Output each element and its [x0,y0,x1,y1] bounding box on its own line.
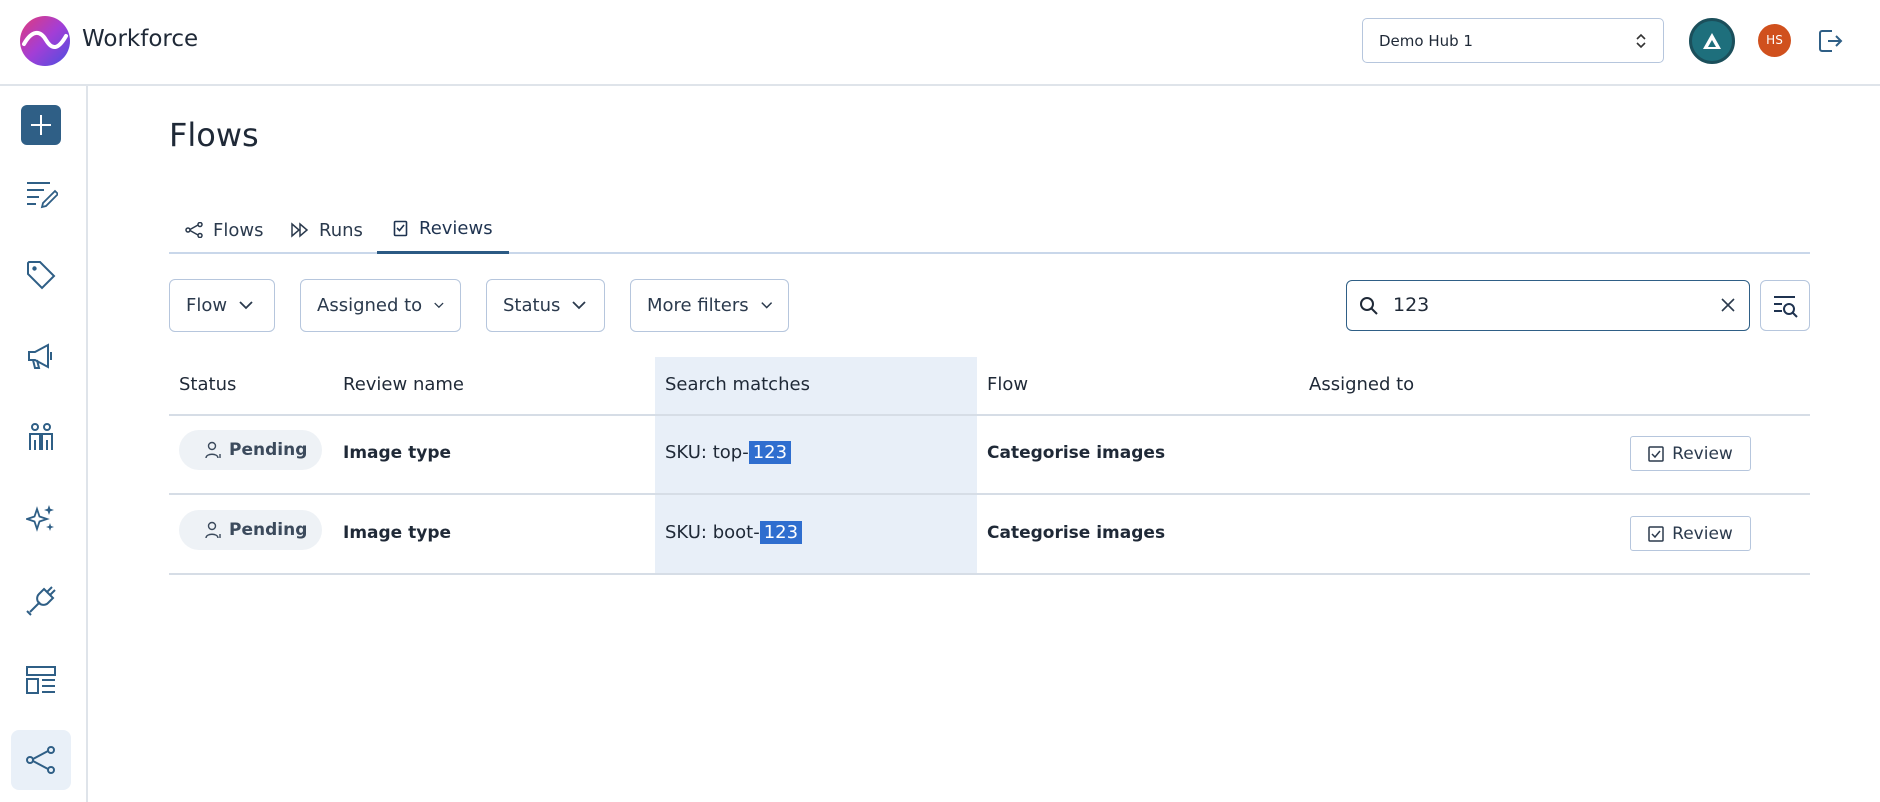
status-badge-label: Pending [229,440,308,460]
advanced-search-button[interactable] [1760,280,1810,331]
review-button-label: Review [1672,523,1733,544]
filter-more[interactable]: More filters [630,279,789,332]
chevron-down-icon [572,301,586,310]
review-name: Image type [343,443,452,463]
filter-flow-label: Flow [186,295,228,316]
search-icon [1360,297,1378,315]
status-badge: Pending [179,510,322,550]
sidebar-item-campaigns[interactable] [11,326,71,386]
tab-runs-label: Runs [319,219,363,241]
sidebar-item-people[interactable] [11,407,71,467]
tab-reviews-label: Reviews [419,218,493,239]
tab-bar: Flows Runs Reviews [169,206,1810,254]
sidebar-item-tags[interactable] [11,245,71,305]
status-badge-label: Pending [229,520,308,540]
plug-icon [26,586,56,616]
sparkles-icon [26,505,54,532]
edit-list-icon [27,182,58,209]
app-name: Workforce [82,26,199,52]
sidebar-item-integrations[interactable] [11,569,71,629]
review-button[interactable]: Review [1630,516,1751,551]
search-match-prefix: SKU: top- [665,442,749,463]
sidebar [0,86,88,802]
flow-icon [26,746,55,774]
logout-icon[interactable] [1816,27,1844,55]
hub-select[interactable]: Demo Hub 1 [1362,18,1664,63]
tag-icon [27,261,56,290]
top-bar: Workforce Demo Hub 1 HS [0,0,1880,86]
search-match: SKU: top- 123 [665,441,792,464]
search-input[interactable]: 123 [1346,280,1750,331]
user-icon [205,521,221,539]
search-input-value: 123 [1393,294,1430,316]
chevron-down-icon [760,302,772,309]
review-button-label: Review [1672,443,1733,464]
sidebar-item-ai[interactable] [11,488,71,548]
layout-icon [26,666,56,694]
filter-assigned-to[interactable]: Assigned to [300,279,461,332]
search-match-prefix: SKU: boot- [665,522,760,543]
tab-flows-label: Flows [213,219,264,241]
header-divider [169,414,1810,416]
hub-avatar[interactable] [1689,18,1735,64]
filter-status[interactable]: Status [486,279,605,332]
filter-more-label: More filters [647,295,749,316]
search-match: SKU: boot- 123 [665,521,803,544]
review-button[interactable]: Review [1630,436,1751,471]
hub-select-value: Demo Hub 1 [1379,32,1473,50]
tab-reviews[interactable]: Reviews [377,206,509,254]
review-name: Image type [343,523,452,543]
search-match-hit: 123 [748,441,792,464]
checkbox-icon [1648,525,1664,542]
search-match-hit: 123 [759,521,803,544]
people-icon [29,423,53,450]
chevron-up-down-icon [1636,33,1646,49]
column-header-review-name: Review name [343,374,464,395]
chevron-down-icon [434,302,444,309]
sidebar-item-tasks[interactable] [11,164,71,224]
mountain-logo-icon [1703,33,1721,49]
column-header-flow: Flow [987,374,1029,395]
column-header-status: Status [179,374,237,395]
filter-assigned-to-label: Assigned to [317,295,423,316]
user-avatar[interactable]: HS [1758,24,1791,57]
column-header-assigned-to: Assigned to [1309,374,1415,395]
filter-status-label: Status [503,295,561,316]
chevron-down-icon [239,301,253,310]
user-icon [205,441,221,459]
sidebar-item-add[interactable] [21,105,61,145]
close-icon[interactable] [1721,298,1735,312]
page-title: Flows [169,116,259,154]
filter-flow[interactable]: Flow [169,279,275,332]
fast-forward-icon [291,222,309,238]
plus-icon [31,115,51,135]
status-badge: Pending [179,430,322,470]
review-icon [393,220,408,236]
list-search-icon [1774,296,1798,318]
workforce-logo-icon[interactable] [20,16,70,66]
tab-flows[interactable]: Flows [169,206,279,254]
flow-name: Categorise images [987,523,1166,543]
checkbox-icon [1648,445,1664,462]
flow-icon [185,222,203,238]
flow-name: Categorise images [987,443,1166,463]
row-divider [169,573,1810,575]
tab-runs[interactable]: Runs [275,206,379,254]
sidebar-item-templates[interactable] [11,650,71,710]
row-divider [169,493,1810,495]
column-header-search-matches: Search matches [665,374,810,395]
sidebar-item-flows[interactable] [11,730,71,790]
megaphone-icon [28,343,52,369]
